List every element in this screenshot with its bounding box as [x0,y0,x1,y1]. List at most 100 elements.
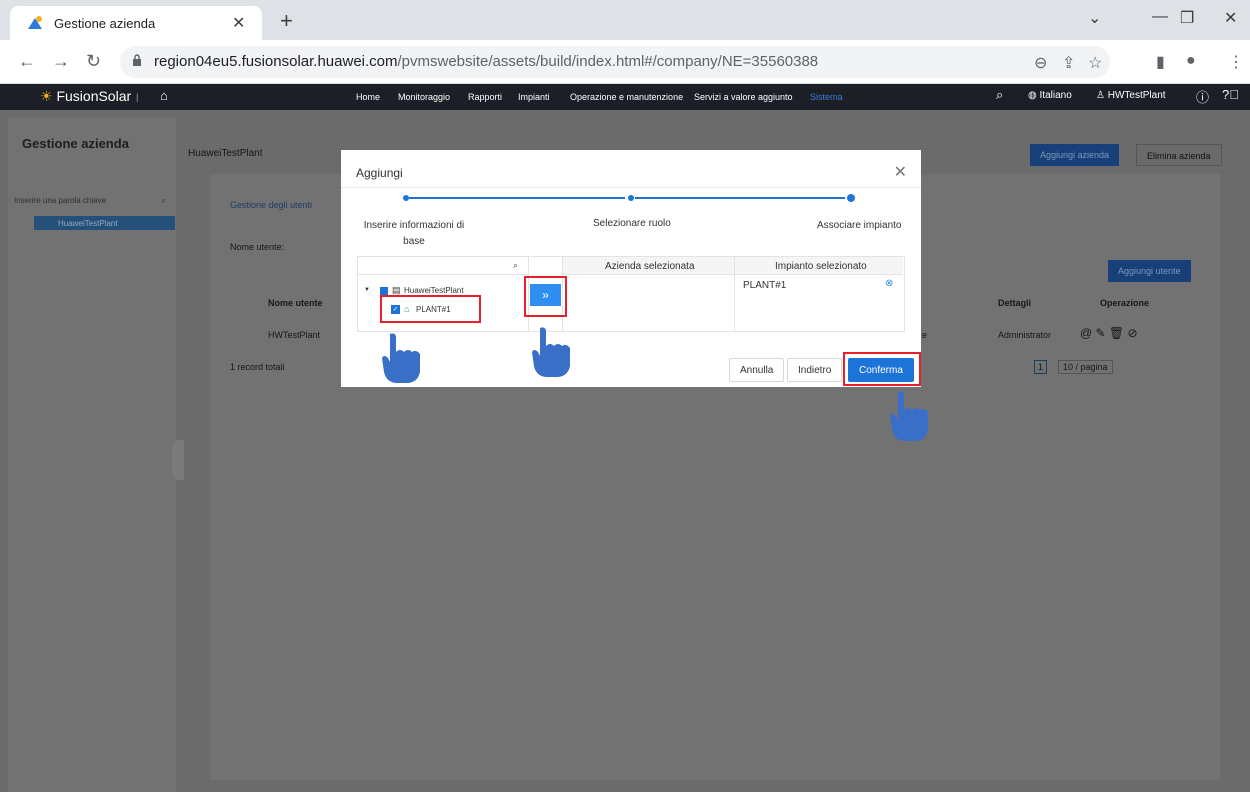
url-field[interactable]: region04eu5.fusionsolar.huawei.com/pvmsw… [120,46,1110,78]
pointer-hand-icon [890,391,928,441]
col-details: Dettagli [998,298,1032,308]
menu-kebab-icon[interactable]: ⋮ [1228,52,1244,72]
search-icon: ⌕ [161,196,166,205]
tab-user-management[interactable]: Gestione degli utenti [230,200,312,210]
page-number[interactable]: 1 [1034,360,1048,374]
company-sidebar: Gestione azienda Inserire una parola chi… [8,118,176,792]
side-panel-icon[interactable]: ▮ [1156,52,1165,72]
home-icon[interactable]: ⌂ [160,88,168,103]
delete-company-button[interactable]: Elimina azienda [1136,144,1222,166]
browser-tab-bar: Gestione azienda ✕ + ⌄ — ❐ ✕ [0,0,1250,40]
divider [341,187,921,188]
user-icon: ♙ [1096,90,1105,101]
minimize-icon[interactable]: — [1152,8,1168,26]
forward-icon[interactable]: → [52,51,70,72]
language-label: Italiano [1039,90,1072,101]
nav-rapporti[interactable]: Rapporti [468,92,502,102]
globe-icon: ◍ [1028,90,1037,101]
close-icon[interactable]: ✕ [894,162,907,182]
sidebar-search-input[interactable]: Inserire una parola chiave ⌕ [14,196,172,212]
col-selected-plant: Impianto selezionato [775,261,867,272]
sun-icon: ☀ [40,88,53,104]
tab-title: Gestione azienda [54,16,156,31]
brand-name: FusionSolar [56,88,132,104]
step-line-1 [409,197,625,199]
row-details: Administrator [998,330,1052,340]
sidebar-item-company[interactable]: HuaweiTestPlant [34,216,175,230]
dialog-title: Aggiungi [356,166,403,180]
add-user-dialog: Aggiungi ✕ Inserire informazioni di base… [341,150,921,387]
user-name: HWTestPlant [1107,90,1166,101]
search-placeholder: Inserire una parola chiave [14,196,107,205]
col-operation: Operazione [1100,298,1150,308]
pointer-hand-icon [532,327,570,377]
add-user-button[interactable]: Aggiungi utente [1108,260,1191,282]
selection-table: Azienda selezionata Impianto selezionato… [563,256,905,332]
tree-search-input[interactable]: ⌕ [358,257,528,275]
chevron-down-icon[interactable]: ⌄ [1088,8,1101,28]
username-label: Nome utente: [230,242,285,252]
add-company-button[interactable]: Aggiungi azienda [1030,144,1120,166]
tree-root-label: HuaweiTestPlant [404,286,464,295]
row-actions-icons[interactable]: @ ✎ 🗑 ⊘ [1080,326,1138,340]
lock-icon [133,54,141,66]
nav-servizi[interactable]: Servizi a valore aggiunto [694,92,793,102]
pointer-hand-icon [382,333,420,383]
sidebar-title: Gestione azienda [22,136,129,151]
nav-home[interactable]: Home [356,92,380,102]
highlight-transfer [524,276,567,317]
new-tab-icon[interactable]: + [280,8,293,34]
page-size-select[interactable]: 10 / pagina [1058,360,1113,374]
back-icon[interactable]: ← [18,51,36,72]
browser-tab[interactable]: Gestione azienda ✕ [10,6,262,40]
bookmark-star-icon[interactable]: ☆ [1088,53,1102,73]
language-selector[interactable]: ◍ Italiano [1028,90,1072,101]
info-icon[interactable]: ⓘ [1196,87,1209,106]
sidebar-item-label: HuaweiTestPlant [58,219,118,228]
brand-logo[interactable]: ☀ FusionSolar [40,88,131,105]
caret-down-icon[interactable]: ▼ [364,287,370,293]
row-username: HWTestPlant [268,330,321,340]
step-dot-2 [628,195,634,201]
nav-monitoraggio[interactable]: Monitoraggio [398,92,450,102]
reload-icon[interactable]: ↻ [86,51,101,72]
collapse-handle[interactable] [172,440,184,480]
highlight-plant [380,295,481,323]
step-line-2 [635,197,845,199]
selected-plant-value: PLANT#1 [743,280,787,291]
close-window-icon[interactable]: ✕ [1224,8,1237,28]
total-records: 1 record totali [230,362,285,372]
back-button[interactable]: Indietro [787,358,843,382]
step-dot-3 [847,194,855,202]
highlight-confirm [843,352,921,386]
cancel-button[interactable]: Annulla [729,358,785,382]
row-role: e [922,330,928,340]
profile-avatar-icon[interactable]: ● [1186,52,1196,70]
share-icon[interactable]: ⇪ [1062,53,1075,73]
col-selected-company: Azienda selezionata [605,261,695,272]
url-path: /pvmswebsite/assets/build/index.html#/co… [397,53,819,70]
search-icon: ⌕ [512,260,518,270]
nav-operazione[interactable]: Operazione e manutenzione [570,92,683,102]
url-host: region04eu5.fusionsolar.huawei.com [154,53,398,70]
company-name: HuaweiTestPlant [188,148,263,159]
step-1-label: Inserire informazioni di base [363,220,465,247]
col-username: Nome utente [268,298,323,308]
help-icon[interactable]: ?⃝ [1222,87,1239,102]
step-2-label: Selezionare ruolo [593,218,671,229]
close-tab-icon[interactable]: ✕ [232,13,245,33]
zoom-icon[interactable]: ⊖ [1034,53,1047,73]
nav-impianti[interactable]: Impianti [518,92,550,102]
restore-icon[interactable]: ❐ [1180,8,1194,28]
search-icon[interactable]: ⌕ [996,87,1003,103]
remove-circle-icon[interactable]: ⊗ [885,278,893,289]
partial-checkbox[interactable] [380,287,388,295]
address-bar-row: ← → ↻ region04eu5.fusionsolar.huawei.com… [0,40,1250,84]
divider [734,257,735,331]
fusionsolar-favicon-icon [28,16,42,29]
nav-sistema[interactable]: Sistema [810,92,843,102]
app-header: ☀ FusionSolar | ⌂ Home Monitoraggio Rapp… [0,84,1250,110]
step-3-label: Associare impianto [817,220,902,231]
user-menu[interactable]: ♙ HWTestPlant [1096,90,1166,101]
divider: | [136,92,139,102]
